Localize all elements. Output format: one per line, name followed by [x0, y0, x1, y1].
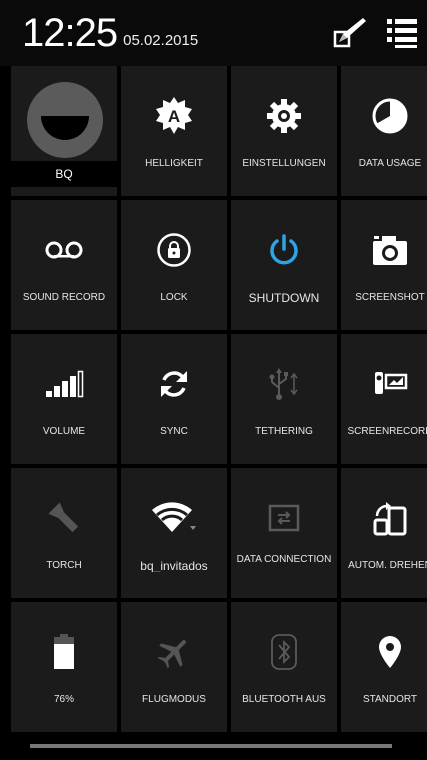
volume-bars-icon	[11, 364, 117, 404]
tile-label: STANDORT	[362, 694, 418, 705]
tile-label: EINSTELLUNGEN	[242, 158, 326, 169]
usb-icon	[231, 364, 337, 404]
camcorder-icon	[341, 364, 427, 404]
battery-icon	[11, 632, 117, 672]
auto-brightness-icon: A	[121, 96, 227, 136]
settings-list-icon[interactable]	[385, 16, 419, 50]
tile-screenshot[interactable]: SCREENSHOT	[341, 200, 427, 330]
tile-shutdown[interactable]: SHUTDOWN	[231, 200, 337, 330]
tile-label: 76%	[53, 694, 74, 705]
tile-airplane[interactable]: FLUGMODUS	[121, 602, 227, 732]
tile-label: HELLIGKEIT	[145, 158, 203, 169]
tile-auto-rotate[interactable]: AUTOM. DREHEN	[341, 468, 427, 598]
tile-label: SYNC	[160, 426, 188, 437]
tile-label: AUTOM. DREHEN	[348, 560, 427, 571]
tile-battery[interactable]: 76%	[11, 602, 117, 732]
tile-data-usage[interactable]: DATA USAGE	[341, 66, 427, 196]
tile-location[interactable]: STANDORT	[341, 602, 427, 732]
gear-icon	[231, 96, 337, 136]
rotate-icon	[341, 498, 427, 538]
tile-data-connection[interactable]: DATA CONNECTION	[231, 468, 337, 598]
tile-label: FLUGMODUS	[142, 694, 206, 705]
tile-label: SOUND RECORD	[22, 292, 106, 303]
profile-name: BQ	[55, 167, 73, 181]
data-usage-icon	[341, 96, 427, 136]
tile-label: SHUTDOWN	[248, 292, 320, 304]
tile-label: VOLUME	[42, 426, 86, 437]
sync-icon	[121, 364, 227, 404]
clock[interactable]: 12:25	[22, 13, 118, 53]
edit-pencil-icon[interactable]	[333, 16, 367, 50]
tile-bluetooth[interactable]: BLUETOOTH AUS	[231, 602, 337, 732]
tile-label: BLUETOOTH AUS	[242, 694, 326, 705]
location-icon	[341, 632, 427, 672]
tile-label: DATA CONNECTION	[236, 554, 332, 565]
tile-brightness[interactable]: A HELLIGKEIT	[121, 66, 227, 196]
date: 05.02.2015	[123, 31, 199, 49]
quick-settings-grid: BQ A HELLIGKEIT EINSTELLUNGEN DATA USAGE…	[11, 66, 427, 736]
flashlight-icon	[11, 498, 117, 538]
tile-label: TETHERING	[255, 426, 313, 437]
camera-icon	[341, 230, 427, 270]
tile-sync[interactable]: SYNC	[121, 334, 227, 464]
tile-wifi[interactable]: bq_invitados	[121, 468, 227, 598]
tile-lock[interactable]: LOCK	[121, 200, 227, 330]
tile-label: LOCK	[160, 292, 188, 303]
tile-label: TORCH	[46, 560, 82, 571]
bluetooth-icon	[231, 632, 337, 672]
tile-label: DATA USAGE	[358, 158, 422, 169]
drag-handle[interactable]	[30, 744, 392, 748]
power-icon	[231, 230, 337, 270]
avatar	[27, 82, 103, 158]
tile-settings[interactable]: EINSTELLUNGEN	[231, 66, 337, 196]
tile-profile[interactable]: BQ	[11, 66, 117, 196]
tile-volume[interactable]: VOLUME	[11, 334, 117, 464]
tile-torch[interactable]: TORCH	[11, 468, 117, 598]
tile-label: bq_invitados	[140, 560, 208, 572]
tile-label: SCREENSHOT	[355, 292, 425, 303]
tile-label: SCREENRECORD	[347, 426, 427, 437]
data-connection-icon	[231, 498, 337, 538]
tile-sound-record[interactable]: SOUND RECORD	[11, 200, 117, 330]
wifi-icon	[121, 498, 227, 538]
quick-settings-header: 12:25 05.02.2015	[0, 0, 427, 66]
tile-tethering[interactable]: TETHERING	[231, 334, 337, 464]
svg-text:A: A	[168, 107, 180, 126]
voicemail-icon	[11, 230, 117, 270]
tile-screenrecord[interactable]: SCREENRECORD	[341, 334, 427, 464]
airplane-icon	[121, 632, 227, 672]
lock-icon	[121, 230, 227, 270]
